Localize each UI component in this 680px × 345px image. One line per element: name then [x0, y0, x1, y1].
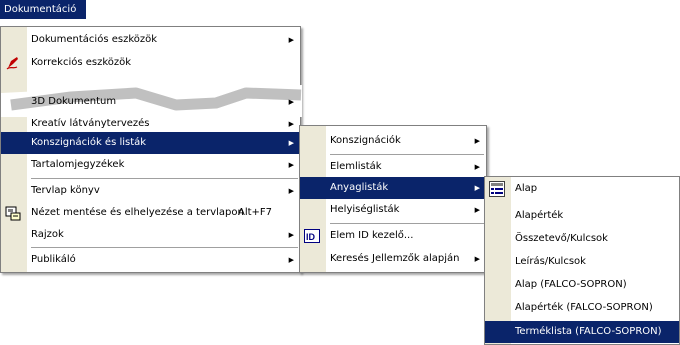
menu-item-label: Összetevő/Kulcsok: [515, 233, 608, 244]
menu-item-korrekcios-eszkozok[interactable]: Korrekciós eszközök: [1, 52, 300, 74]
submenu-arrow-icon: ▶: [288, 256, 294, 264]
menu-item-label: 3D Dokumentum: [31, 96, 117, 107]
menu-separator: [330, 154, 484, 155]
menu-item-osszetevo-kulcsok[interactable]: Összetevő/Kulcsok: [485, 228, 679, 250]
menu-item-tartalomjegyzekek[interactable]: Tartalomjegyzékek ▶: [1, 154, 300, 176]
menu-separator: [330, 223, 484, 224]
menu-item-label: Anyaglisták: [330, 182, 389, 193]
submenu-arrow-icon: ▶: [288, 98, 294, 106]
menu-item-termeklista-falco-sopron[interactable]: Terméklista (FALCO-SOPRON): [485, 321, 679, 343]
menu-item-kereses-jellemzok-alapjan[interactable]: Keresés Jellemzők alapján ▶: [300, 248, 486, 270]
menu-item-label: Elem ID kezelő...: [330, 230, 414, 241]
menu-item-label: Tervlap könyv: [31, 185, 100, 196]
menu-item-label: Elemlisták: [330, 161, 382, 172]
menu-separator: [31, 247, 298, 248]
menu-item-label: Alap: [515, 183, 538, 194]
submenu-arrow-icon: ▶: [288, 231, 294, 239]
menu-item-3d-dokumentum[interactable]: 3D Dokumentum ▶: [1, 91, 300, 113]
menu-item-publikalo[interactable]: Publikáló ▶: [1, 249, 300, 271]
submenu-arrow-icon: ▶: [288, 161, 294, 169]
menu-item-elemlistak[interactable]: Elemlisták ▶: [300, 156, 486, 178]
element-id-icon: ID: [304, 228, 320, 244]
submenu-arrow-icon: ▶: [288, 36, 294, 44]
submenu-arrow-icon: ▶: [474, 206, 480, 214]
menu-item-alaperték[interactable]: Alapérték: [485, 205, 679, 227]
konszignaciok-submenu: Konszignációk ▶ Elemlisták ▶ Anyaglisták…: [299, 125, 487, 273]
menu-item-nezet-mentese[interactable]: Nézet mentése és elhelyezése a tervlapon…: [1, 202, 300, 224]
menu-item-elem-id-kezelo[interactable]: ID Elem ID kezelő...: [300, 225, 486, 247]
menu-item-label: Helyiséglisták: [330, 204, 400, 215]
save-view-icon: [5, 205, 21, 221]
menu-item-helyiseglistak[interactable]: Helyiséglisták ▶: [300, 199, 486, 221]
menu-item-label: Nézet mentése és elhelyezése a tervlapon: [31, 207, 244, 218]
menu-item-rajzok[interactable]: Rajzok ▶: [1, 224, 300, 246]
menu-item-label: Leírás/Kulcsok: [515, 256, 586, 267]
menu-item-label: Dokumentációs eszközök: [31, 34, 158, 45]
menu-item-konszignaciok[interactable]: Konszignációk ▶: [300, 130, 486, 152]
menu-item-label: Tartalomjegyzékek: [31, 159, 125, 170]
menu-item-label: Publikáló: [31, 254, 76, 265]
menu-item-dokumentacios-eszkozok[interactable]: Dokumentációs eszközök ▶: [1, 29, 300, 51]
menubar-dokumentacio[interactable]: Dokumentáció: [0, 0, 86, 19]
menu-item-label: Konszignációk: [330, 135, 401, 146]
menu-item-tervlap-konyv[interactable]: Tervlap könyv ▶: [1, 180, 300, 202]
menu-item-label: Konszignációk és listák: [31, 137, 147, 148]
dokumentacio-menu: Dokumentációs eszközök ▶ Korrekciós eszk…: [0, 26, 302, 273]
submenu-arrow-icon: ▶: [474, 163, 480, 171]
menu-item-anyaglistak[interactable]: Anyaglisták ▶: [300, 177, 486, 199]
menu-item-alap[interactable]: Alap: [485, 178, 679, 200]
menu-item-alapertek-falco-sopron[interactable]: Alapérték (FALCO-SOPRON): [485, 297, 679, 319]
svg-text:ID: ID: [306, 232, 316, 242]
submenu-arrow-icon: ▶: [474, 184, 480, 192]
pencil-icon: [5, 55, 21, 71]
submenu-arrow-icon: ▶: [288, 139, 294, 147]
menu-item-label: Korrekciós eszközök: [31, 57, 132, 68]
menu-item-leiras-kulcsok[interactable]: Leírás/Kulcsok: [485, 251, 679, 273]
menu-item-label: Rajzok: [31, 229, 64, 240]
submenu-arrow-icon: ▶: [474, 137, 480, 145]
menu-item-label: Alapérték: [515, 210, 564, 221]
submenu-arrow-icon: ▶: [288, 187, 294, 195]
menu-item-label: Terméklista (FALCO-SOPRON): [515, 326, 662, 337]
menu-item-label: Alapérték (FALCO-SOPRON): [515, 302, 653, 313]
menu-separator: [31, 178, 298, 179]
menu-item-konszignaciok-es-listak[interactable]: Konszignációk és listák ▶: [1, 132, 300, 154]
anyaglistak-submenu: Alap Alapérték Összetevő/Kulcsok Leírás/…: [484, 176, 680, 345]
submenu-arrow-icon: ▶: [474, 255, 480, 263]
list-scheme-icon: [489, 181, 505, 197]
menu-item-label: Alap (FALCO-SOPRON): [515, 279, 627, 290]
menu-item-label: Keresés Jellemzők alapján: [330, 253, 460, 264]
shortcut-label: Alt+F7: [238, 207, 273, 218]
menu-item-alap-falco-sopron[interactable]: Alap (FALCO-SOPRON): [485, 274, 679, 296]
